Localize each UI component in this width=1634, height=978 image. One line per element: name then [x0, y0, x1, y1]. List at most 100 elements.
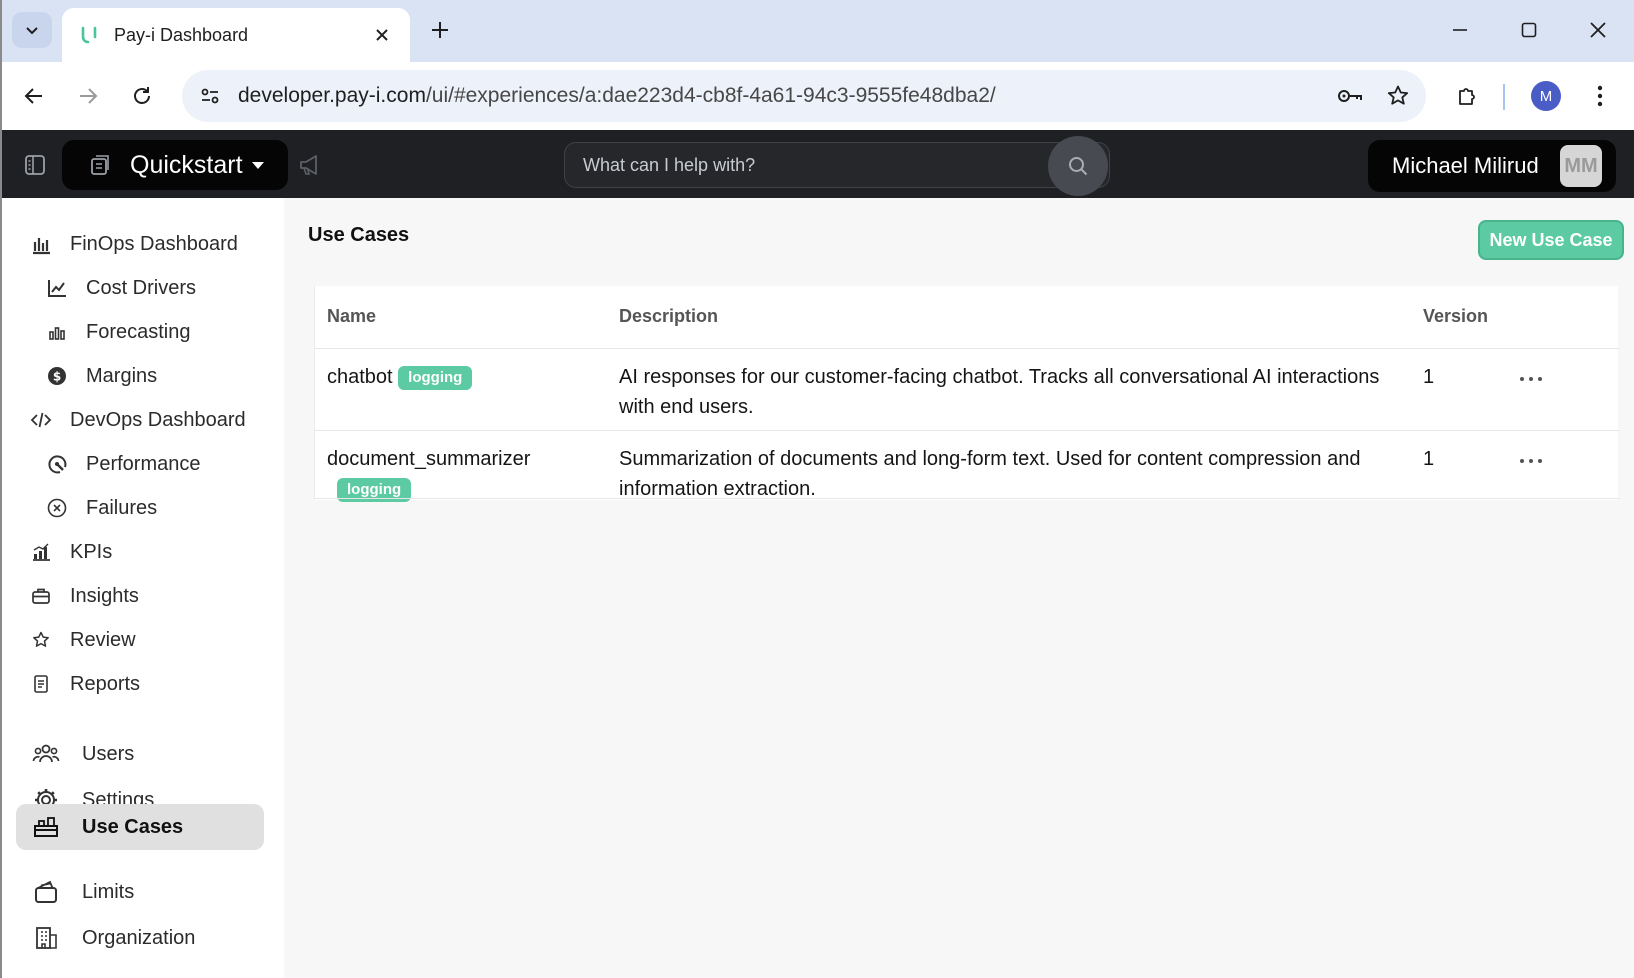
sidebar-item-performance[interactable]: Performance: [46, 444, 201, 484]
star-icon: [30, 629, 52, 651]
sidebar-item-margins[interactable]: $ Margins: [46, 356, 157, 396]
kebab-menu-icon: [1597, 85, 1603, 107]
search-button[interactable]: [1048, 136, 1108, 196]
address-bar[interactable]: developer.pay-i.com/ui/#experiences/a:da…: [182, 70, 1426, 122]
x-circle-icon: [46, 497, 68, 519]
status-badge: logging: [398, 365, 473, 390]
sidebar-item-label: Failures: [86, 496, 158, 519]
maximize-icon: [1521, 22, 1537, 38]
main-content: Use Cases New Use Case Name Description …: [284, 198, 1634, 978]
more-horizontal-icon: [1520, 459, 1542, 463]
arrow-left-icon: [24, 88, 42, 104]
reload-icon: [134, 87, 150, 104]
kpi-chart-icon: [30, 541, 52, 563]
assistant-search-box: [564, 142, 1110, 188]
caret-down-icon: [251, 162, 264, 169]
sidebar-item-reports[interactable]: Reports: [30, 664, 140, 704]
close-window-button[interactable]: [1578, 10, 1618, 50]
browser-menu-button[interactable]: [1580, 76, 1620, 116]
window-border: [0, 0, 2, 978]
extensions-puzzle-icon[interactable]: [1448, 76, 1488, 116]
user-name: Michael Milirud: [1392, 153, 1539, 178]
table-row-name[interactable]: chatbot logging: [327, 362, 473, 392]
sidebar-toggle-icon: [25, 155, 45, 175]
minimize-icon: [1453, 29, 1467, 31]
sidebar-item-label: KPIs: [70, 540, 113, 563]
sidebar-item-label: Reports: [70, 672, 141, 695]
assistant-search-input[interactable]: [565, 154, 1025, 176]
sidebar-item-label: Users: [82, 742, 135, 765]
url-path: /ui/#experiences/a:dae223d4-cb8f-4a61-94…: [425, 84, 996, 107]
table-row-version: 1: [1423, 448, 1435, 470]
row-actions-button[interactable]: [1513, 367, 1549, 391]
profile-button[interactable]: M: [1526, 76, 1566, 116]
page-title: Use Cases: [308, 224, 410, 246]
table-row-name[interactable]: document_summarizer logging: [327, 444, 607, 504]
table-row-version: 1: [1423, 366, 1435, 388]
announcements-button[interactable]: [296, 150, 326, 180]
sidebar-item-devops-dashboard[interactable]: DevOps Dashboard: [30, 400, 246, 440]
minimize-button[interactable]: [1440, 10, 1480, 50]
description-line: AI responses for our customer-facing cha…: [619, 366, 1380, 388]
sidebar-item-kpis[interactable]: KPIs: [30, 532, 112, 572]
sidebar: FinOps Dashboard Cost Drivers Forecastin…: [0, 198, 284, 978]
browser-tab[interactable]: Pay-i Dashboard: [62, 8, 410, 62]
sidebar-item-use-cases[interactable]: Use Cases: [16, 804, 264, 850]
sidebar-item-forecasting[interactable]: Forecasting: [46, 312, 191, 352]
more-horizontal-icon: [1520, 377, 1542, 381]
wallet-icon: [32, 878, 60, 906]
sidebar-item-label: Forecasting: [86, 320, 191, 343]
sidebar-toggle-button[interactable]: [20, 150, 50, 180]
password-key-icon[interactable]: [1330, 76, 1370, 116]
sidebar-item-label: FinOps Dashboard: [70, 232, 238, 255]
sidebar-item-label: Performance: [86, 452, 201, 475]
sidebar-item-users[interactable]: Users: [32, 734, 134, 774]
sidebar-item-label: Organization: [82, 926, 196, 949]
speedometer-icon: [46, 453, 68, 475]
site-info-icon[interactable]: [190, 76, 230, 116]
sidebar-item-review[interactable]: Review: [30, 620, 136, 660]
forward-button[interactable]: [68, 76, 108, 116]
url-text[interactable]: developer.pay-i.com/ui/#experiences/a:da…: [238, 84, 1330, 108]
new-tab-button[interactable]: [424, 14, 456, 46]
briefcase-icon: [30, 585, 52, 607]
sidebar-item-label: Insights: [70, 584, 139, 607]
reload-button[interactable]: [122, 76, 162, 116]
sidebar-item-limits[interactable]: Limits: [32, 872, 134, 912]
row-divider: [315, 498, 1619, 499]
sidebar-item-label: DevOps Dashboard: [70, 408, 246, 431]
users-icon: [32, 740, 60, 768]
table-row-description: AI responses for our customer-facing cha…: [619, 362, 1409, 422]
browser-tab-strip: Pay-i Dashboard: [0, 0, 1634, 62]
close-icon[interactable]: [368, 21, 396, 49]
column-header-name[interactable]: Name: [327, 306, 376, 327]
url-host: developer.pay-i.com: [238, 84, 426, 107]
sidebar-item-insights[interactable]: Insights: [30, 576, 139, 616]
document-icon: [30, 673, 52, 695]
sidebar-item-failures[interactable]: Failures: [46, 488, 157, 528]
dollar-coin-icon: $: [46, 365, 68, 387]
profile-avatar: M: [1531, 81, 1561, 111]
column-header-version[interactable]: Version: [1423, 306, 1488, 327]
bookmark-star-icon[interactable]: [1378, 76, 1418, 116]
megaphone-icon: [300, 155, 317, 175]
sidebar-item-cost-drivers[interactable]: Cost Drivers: [46, 268, 196, 308]
new-use-case-button[interactable]: New Use Case: [1478, 220, 1624, 260]
use-case-name[interactable]: document_summarizer: [327, 444, 607, 474]
description-line: Summarization of documents and long-form…: [619, 448, 1361, 470]
row-actions-button[interactable]: [1513, 449, 1549, 473]
use-case-name[interactable]: chatbot: [327, 366, 393, 388]
sidebar-item-finops-dashboard[interactable]: FinOps Dashboard: [30, 224, 238, 264]
svg-text:$: $: [53, 370, 61, 384]
workspace-selector[interactable]: Quickstart: [62, 140, 288, 190]
description-line: with end users.: [619, 396, 754, 418]
user-menu-button[interactable]: Michael Milirud MM: [1368, 140, 1616, 192]
sidebar-item-label: Use Cases: [82, 815, 184, 838]
maximize-button[interactable]: [1509, 10, 1549, 50]
app-header: Quickstart Michael Milirud MM: [0, 130, 1634, 198]
back-button[interactable]: [14, 76, 54, 116]
sidebar-item-organization[interactable]: Organization: [32, 918, 195, 958]
tab-list-button[interactable]: [12, 12, 52, 48]
payi-logo-icon: [81, 26, 97, 44]
column-header-description[interactable]: Description: [619, 306, 718, 327]
